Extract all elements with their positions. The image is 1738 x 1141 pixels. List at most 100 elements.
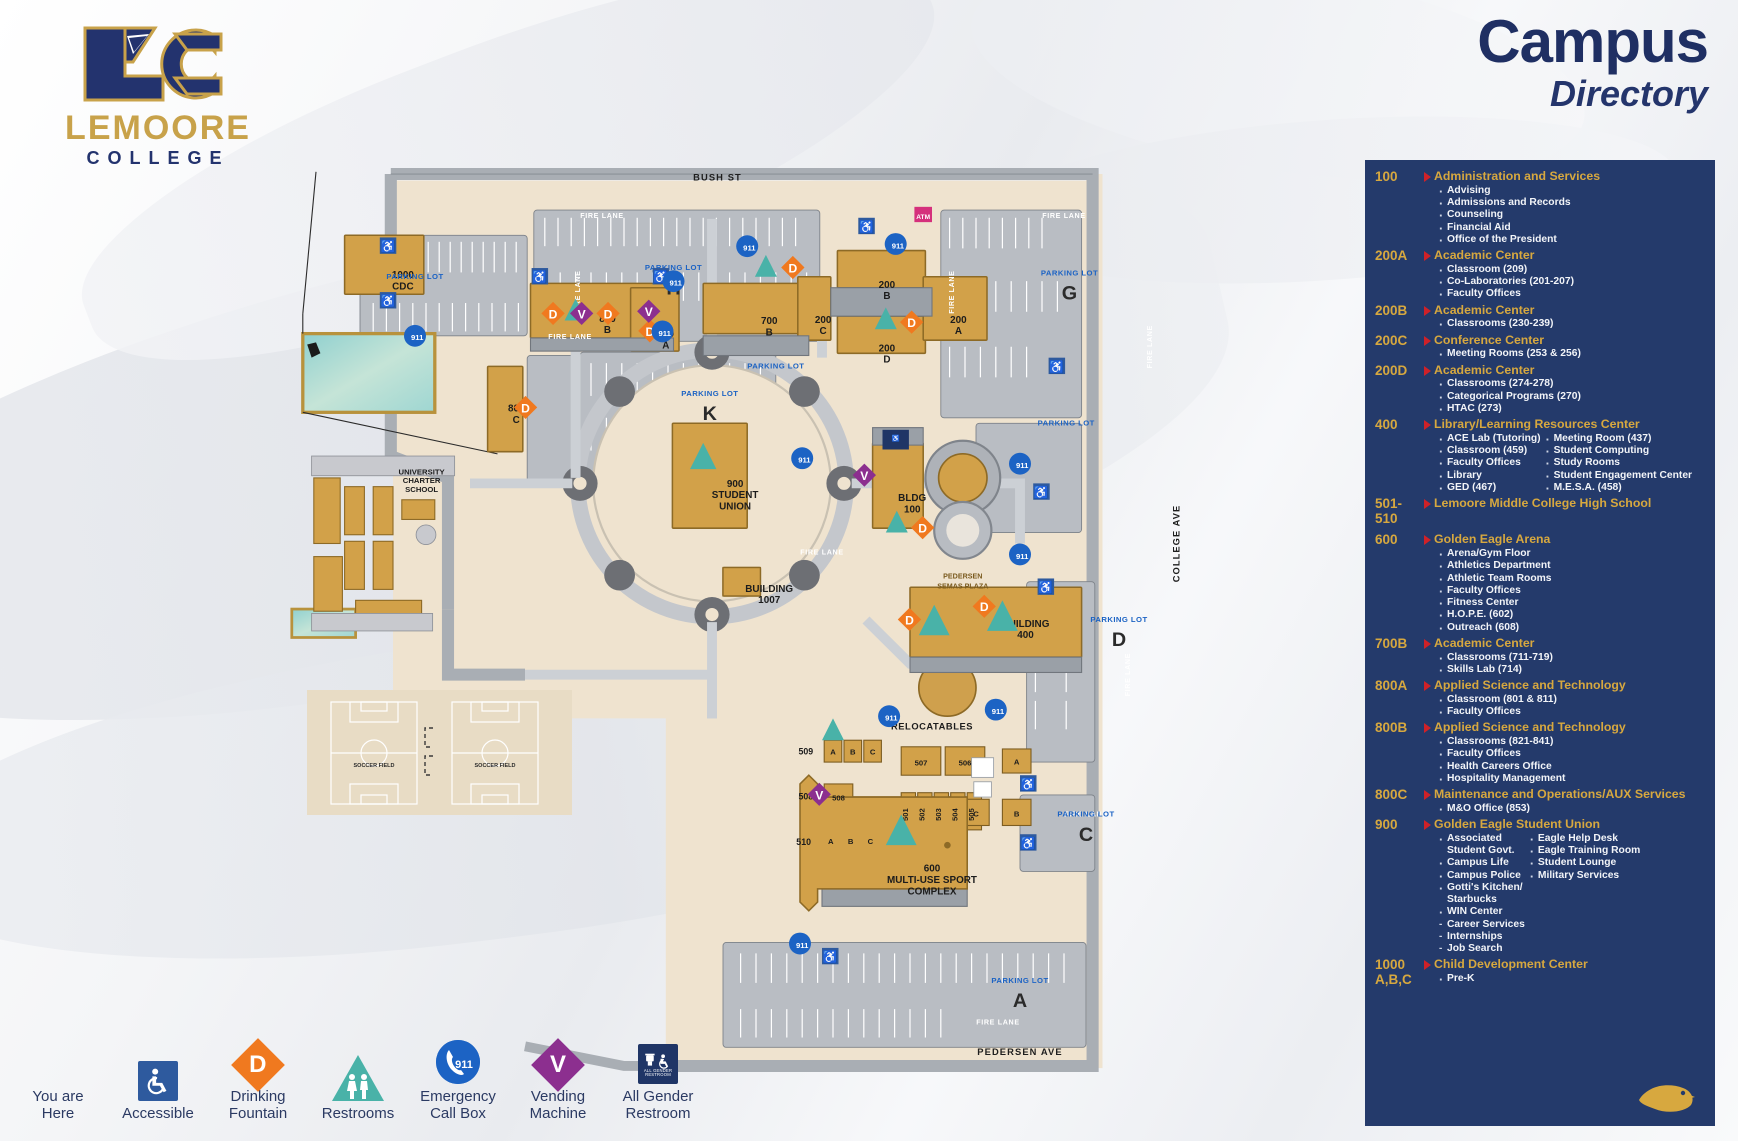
svg-text:D: D (905, 613, 914, 627)
directory-entry-list: 100 Administration and ServicesAdvisingAd… (1375, 169, 1707, 988)
svg-text:900: 900 (727, 479, 744, 490)
accessible-icon: ♿ (1048, 357, 1066, 375)
svg-text:K: K (703, 403, 718, 425)
directory-entry-title: Conference Center (1434, 332, 1545, 347)
svg-text:A: A (955, 326, 962, 337)
directory-entry-title: Golden Eagle Arena (1434, 532, 1551, 547)
svg-text:700: 700 (761, 316, 778, 327)
directory-entry[interactable]: 800B Applied Science and TechnologyClassr… (1375, 721, 1707, 788)
directory-item: Pre-K (1438, 972, 1474, 988)
legend-label: You are (32, 1088, 84, 1106)
logo-primary-text: LEMOORE (65, 109, 251, 147)
directory-item-column: Classrooms (230-239) (1438, 317, 1553, 333)
svg-text:200: 200 (950, 315, 967, 326)
arrow-right-icon (1424, 638, 1434, 649)
campus-directory-panel[interactable]: 100 Administration and ServicesAdvisingAd… (1365, 160, 1715, 1126)
directory-item-column: ACE Lab (Tutoring)Classroom (459)Faculty… (1438, 432, 1541, 497)
svg-text:♿: ♿ (1038, 581, 1053, 595)
relocatable-unit-label: A (1014, 757, 1020, 766)
directory-entry[interactable]: 400 Library/Learning Resources CenterACE … (1375, 417, 1707, 497)
relocatable-unit-label: B (848, 837, 854, 846)
directory-item: Associated (1438, 832, 1525, 848)
accessible-icon: ♿ (1020, 834, 1037, 851)
svg-text:100: 100 (904, 504, 921, 515)
directory-item-column: Classrooms (274-278)Categorical Programs… (1438, 377, 1581, 418)
directory-entry-code: 900 (1375, 817, 1398, 833)
svg-text:STUDENT: STUDENT (712, 490, 759, 501)
university-charter-school[interactable]: UNIVERSITYCHARTERSCHOOL (399, 467, 445, 494)
svg-text:911: 911 (892, 241, 905, 250)
directory-entry[interactable]: 1000A,B,C Child Development CenterPre-K (1375, 957, 1707, 988)
svg-text:911: 911 (411, 333, 424, 342)
directory-item: Classrooms (274-278) (1438, 377, 1581, 393)
svg-text:PARKING LOT: PARKING LOT (386, 272, 443, 281)
directory-item: Office of the President (1438, 233, 1571, 249)
svg-text:B: B (766, 327, 773, 338)
relocatables-title: RELOCATABLES (891, 721, 973, 731)
svg-text:PARKING LOT: PARKING LOT (1041, 269, 1098, 278)
directory-entry-body: Academic CenterClassroom (209)Co-Laborat… (1420, 248, 1707, 303)
svg-text:BUILDING: BUILDING (745, 584, 793, 595)
directory-item: Career Services (1438, 919, 1525, 931)
svg-text:PARKING LOT: PARKING LOT (991, 976, 1048, 985)
svg-text:1007: 1007 (758, 595, 781, 606)
svg-text:200: 200 (879, 343, 896, 354)
svg-text:MULTI-USE SPORT: MULTI-USE SPORT (887, 875, 977, 886)
directory-entry[interactable]: 900Golden Eagle Student UnionAssociatedS… (1375, 817, 1707, 955)
directory-item: Job Search (1438, 943, 1525, 955)
directory-entry-body: Maintenance and Operations/AUX ServicesM… (1420, 787, 1707, 818)
directory-item: HTAC (273) (1438, 402, 1581, 418)
svg-text:911: 911 (1016, 552, 1029, 561)
accessible-icon: ♿ (531, 268, 549, 285)
svg-text:CDC: CDC (392, 281, 413, 292)
relocatable-unit-label: 503 (934, 808, 943, 821)
svg-text:PARKING LOT: PARKING LOT (681, 389, 738, 398)
directory-entry-body: Academic CenterClassrooms (230-239) (1420, 303, 1707, 333)
directory-entry[interactable]: 700B Academic CenterClassrooms (711-719)S… (1375, 636, 1707, 679)
directory-entry[interactable]: 200C Conference CenterMeeting Rooms (253 … (1375, 332, 1707, 363)
campus-map[interactable]: 1000CDC800B800A800C700B200C200B200D200A9… (250, 150, 1350, 1090)
emergency-call-box-icon: 911 (878, 705, 901, 728)
directory-entry-code: 1000 A,B,C (1375, 957, 1412, 987)
emergency-call-box-icon: 911 (1009, 543, 1031, 566)
directory-entry-body: Applied Science and TechnologyClassroom … (1420, 678, 1707, 721)
svg-text:BLDG: BLDG (898, 493, 926, 504)
svg-text:♿: ♿ (1021, 836, 1036, 850)
directory-entry[interactable]: 600Golden Eagle ArenaArena/Gym FloorAthl… (1375, 532, 1707, 636)
directory-entry[interactable]: 800A Applied Science and TechnologyClassr… (1375, 678, 1707, 721)
arrow-right-icon (1424, 499, 1434, 510)
directory-entry[interactable]: 501-510 Lemoore Middle College High Schoo… (1375, 496, 1707, 526)
directory-entry-body: Golden Eagle ArenaArena/Gym FloorAthleti… (1420, 532, 1707, 636)
svg-text:200: 200 (815, 315, 832, 326)
logo-secondary-text: COLLEGE (86, 148, 230, 168)
directory-entry[interactable]: 100 Administration and ServicesAdvisingAd… (1375, 169, 1707, 249)
svg-text:PARKING LOT: PARKING LOT (1090, 615, 1147, 624)
svg-text:509: 509 (799, 746, 814, 756)
directory-item: GED (467) (1438, 481, 1541, 497)
directory-entry[interactable]: 200B Academic CenterClassrooms (230-239) (1375, 303, 1707, 333)
emergency-call-box-icon: 911 (1009, 452, 1031, 475)
directory-entry[interactable]: 800C Maintenance and Operations/AUX Servi… (1375, 787, 1707, 818)
svg-text:B: B (883, 291, 890, 302)
arrow-right-icon (1424, 365, 1434, 376)
street-label: COLLEGE AVE (1171, 505, 1181, 583)
relocatable-unit-label: 504 (950, 807, 959, 820)
accessible-icon: ♿ (1037, 578, 1055, 595)
directory-item: Classroom (459) (1438, 444, 1541, 460)
street-label: BUSH ST (693, 173, 742, 183)
directory-entry[interactable]: 200A Academic CenterClassroom (209)Co-Lab… (1375, 248, 1707, 303)
arrow-right-icon (1424, 172, 1434, 182)
emergency-call-box-icon: 911 (662, 270, 685, 293)
directory-item: Health Careers Office (1438, 760, 1565, 776)
svg-text:COMPLEX: COMPLEX (908, 886, 957, 897)
directory-item: Campus Life (1438, 856, 1525, 872)
relocatable-unit-label: B (850, 747, 856, 756)
directory-entry-body: Child Development CenterPre-K (1420, 958, 1707, 988)
directory-entry[interactable]: 200D Academic CenterClassrooms (274-278)C… (1375, 363, 1707, 418)
legend-glyph: V (549, 1051, 567, 1079)
svg-text:B: B (604, 325, 611, 336)
svg-text:911: 911 (659, 329, 672, 338)
directory-item: Classroom (209) (1438, 263, 1574, 279)
directory-item-column: Meeting Room (437)Student ComputingStudy… (1545, 432, 1692, 497)
plaza-label: SEMAS PLAZA (937, 582, 988, 590)
